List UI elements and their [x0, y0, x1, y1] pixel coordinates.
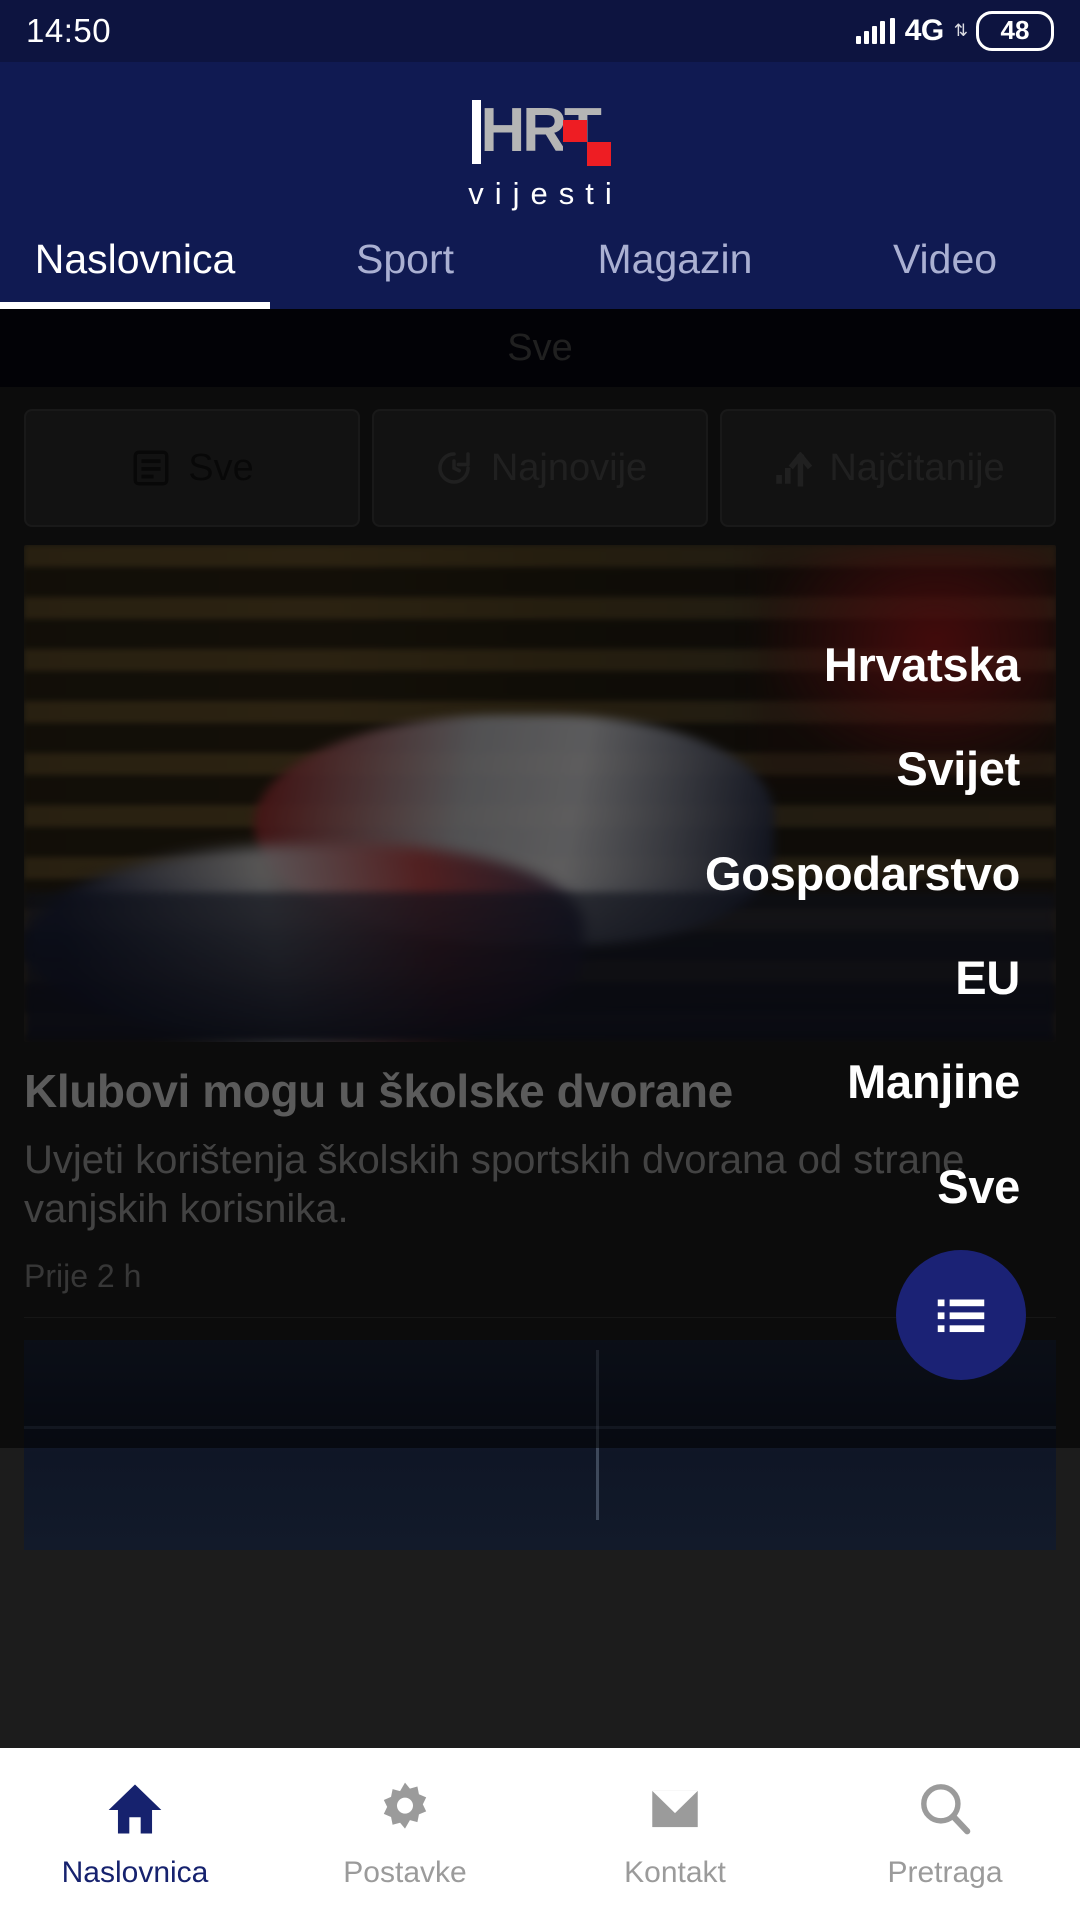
nav-item-naslovnica-label: Naslovnica	[61, 1856, 209, 1889]
nav-item-postavke-label: Postavke	[343, 1856, 467, 1889]
network-type-label: 4G	[904, 13, 945, 47]
logo-subtitle: vijesti	[468, 176, 623, 211]
tab-magazin[interactable]: Magazin	[540, 209, 810, 309]
status-time: 14:50	[26, 12, 112, 49]
app-header: HRT vijesti Naslovnica Sport Magazin Vid…	[0, 62, 1080, 309]
status-indicators: 4G ⇅ 48	[855, 11, 1054, 51]
menu-item-gospodarstvo[interactable]: Gospodarstvo	[705, 848, 1020, 898]
envelope-icon	[652, 1790, 698, 1828]
home-icon	[108, 1784, 162, 1834]
hrt-logo-mark: HRT	[471, 100, 611, 166]
nav-item-kontakt-label: Kontakt	[624, 1856, 726, 1889]
category-menu-fab[interactable]	[896, 1250, 1026, 1380]
category-overlay-menu: Hrvatska Svijet Gospodarstvo EU Manjine …	[160, 640, 1020, 1211]
status-bar: 14:50 4G ⇅ 48	[0, 0, 1080, 62]
data-transfer-icon: ⇅	[953, 21, 968, 41]
tab-naslovnica[interactable]: Naslovnica	[0, 209, 270, 309]
nav-item-postavke[interactable]: Postavke	[270, 1778, 540, 1890]
nav-item-naslovnica[interactable]: Naslovnica	[0, 1778, 270, 1890]
menu-item-sve[interactable]: Sve	[937, 1161, 1020, 1211]
logo-red-square-bottom	[586, 142, 611, 166]
menu-item-svijet[interactable]: Svijet	[896, 744, 1020, 794]
logo-notch-square	[562, 142, 587, 166]
nav-item-pretraga-label: Pretraga	[887, 1856, 1003, 1889]
top-tab-bar: Naslovnica Sport Magazin Video	[0, 209, 1080, 309]
menu-item-eu[interactable]: EU	[955, 953, 1020, 1003]
tab-video[interactable]: Video	[810, 209, 1080, 309]
menu-item-manjine[interactable]: Manjine	[847, 1057, 1020, 1107]
logo-red-square-top	[562, 120, 587, 144]
menu-item-hrvatska[interactable]: Hrvatska	[824, 640, 1020, 690]
nav-item-kontakt[interactable]: Kontakt	[540, 1778, 810, 1890]
bottom-navigation-bar: Naslovnica Postavke Kontakt Pretraga	[0, 1748, 1080, 1920]
logo-left-bar	[471, 100, 481, 164]
nav-item-pretraga[interactable]: Pretraga	[810, 1778, 1080, 1890]
battery-indicator: 48	[976, 11, 1054, 51]
tab-sport[interactable]: Sport	[270, 209, 540, 309]
gear-icon	[383, 1782, 427, 1829]
signal-bars-icon	[855, 17, 895, 44]
search-icon	[921, 1784, 971, 1835]
list-menu-icon	[937, 1299, 985, 1333]
brand-logo[interactable]: HRT vijesti	[0, 100, 1080, 212]
